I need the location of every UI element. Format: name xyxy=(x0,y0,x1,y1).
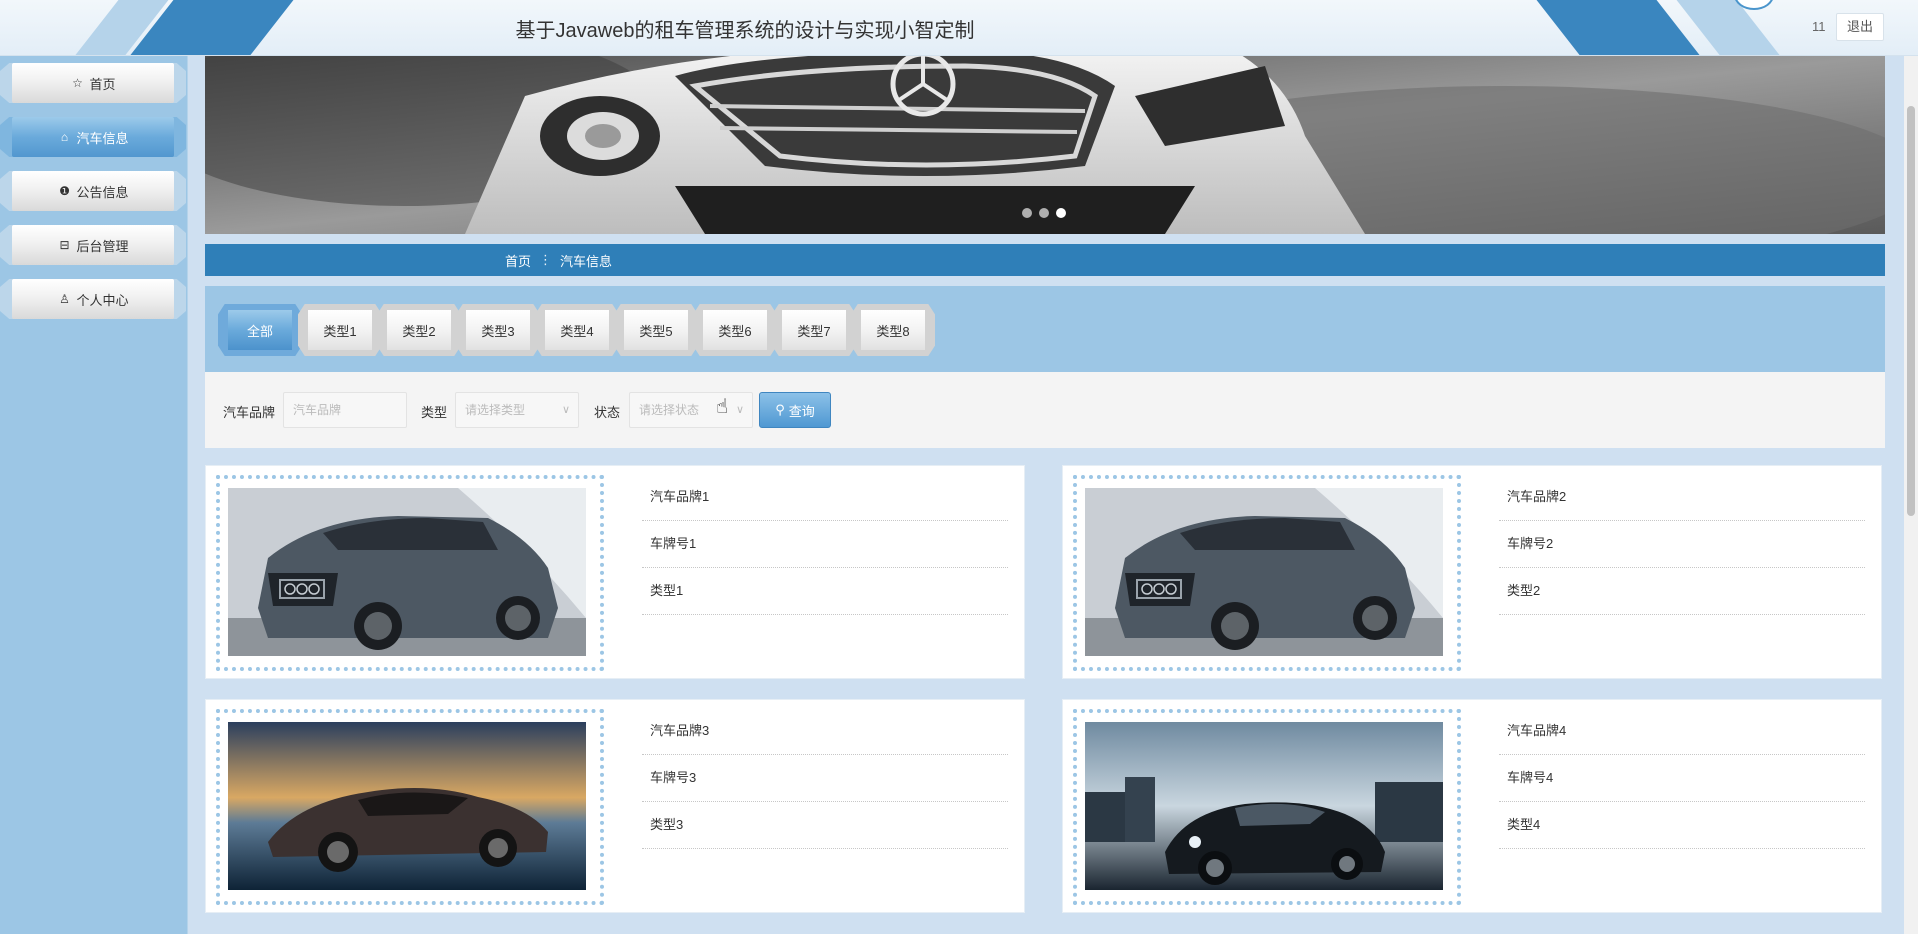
car-image[interactable] xyxy=(228,722,586,890)
car-info: 汽车品牌3 车牌号3 类型3 xyxy=(642,708,1008,849)
type-filter-3[interactable]: 类型3 xyxy=(456,304,540,356)
sidebar-item-car-info[interactable]: ⌂ 汽车信息 xyxy=(0,114,186,160)
star-icon: ☆ xyxy=(72,76,83,90)
type-button-face: 类型5 xyxy=(624,310,688,350)
breadcrumb-current: 汽车信息 xyxy=(560,253,613,269)
type-button-face: 全部 xyxy=(228,310,292,350)
search-button-label: 查询 xyxy=(788,403,815,419)
breadcrumb-home-link[interactable]: 首页 xyxy=(505,251,531,270)
type-button-face: 类型1 xyxy=(308,310,372,350)
current-user: 11 xyxy=(1812,19,1826,34)
car-type: 类型2 xyxy=(1499,568,1865,615)
sidebar-item-admin[interactable]: ⊟ 后台管理 xyxy=(0,222,186,268)
mouse-cursor-icon: ☝ xyxy=(716,396,729,418)
menu-item-face: ⌂ 汽车信息 xyxy=(12,117,174,157)
top-header: 基于Javaweb的租车管理系统的设计与实现小智定制 11 退出 xyxy=(0,0,1918,56)
sidebar-item-label: 后台管理 xyxy=(76,238,129,254)
status-label: 状态 xyxy=(594,405,621,420)
car-card[interactable]: 汽车品牌1 车牌号1 类型1 xyxy=(205,465,1025,679)
type-filter-6[interactable]: 类型6 xyxy=(693,304,777,356)
page-scrollbar[interactable] xyxy=(1904,56,1918,934)
car-plate: 车牌号3 xyxy=(642,755,1008,802)
car-plate: 车牌号2 xyxy=(1499,521,1865,568)
chevron-down-icon: ∨ xyxy=(735,404,744,416)
car-plate: 车牌号1 xyxy=(642,521,1008,568)
bag-icon: ⊟ xyxy=(59,238,70,252)
sidebar-item-home[interactable]: ☆ 首页 xyxy=(0,60,186,106)
car-brand: 汽车品牌4 xyxy=(1499,708,1865,755)
menu-item-face: ❶ 公告信息 xyxy=(12,171,174,211)
car-type: 类型1 xyxy=(642,568,1008,615)
car-image[interactable] xyxy=(1085,488,1443,656)
car-card[interactable]: 汽车品牌3 车牌号3 类型3 xyxy=(205,699,1025,913)
car-type: 类型4 xyxy=(1499,802,1865,849)
chevron-down-icon: ∨ xyxy=(561,404,570,416)
logout-button[interactable]: 退出 xyxy=(1836,13,1884,41)
car-image[interactable] xyxy=(228,488,586,656)
status-select-placeholder: 请选择状态 xyxy=(639,403,700,417)
type-button-face: 类型8 xyxy=(861,310,925,350)
search-button[interactable]: ⚲ 查询 xyxy=(759,392,831,428)
brand-label: 汽车品牌 xyxy=(223,405,276,420)
type-button-face: 类型3 xyxy=(466,310,530,350)
car-info: 汽车品牌1 车牌号1 类型1 xyxy=(642,474,1008,615)
type-filter-4[interactable]: 类型4 xyxy=(535,304,619,356)
scrollbar-thumb[interactable] xyxy=(1907,106,1915,516)
carousel-dot[interactable] xyxy=(1039,208,1049,218)
type-filter-bar: 全部 类型1 类型2 类型3 类型4 类型5 类型6 类型7 类型8 xyxy=(205,286,1885,372)
type-filter-5[interactable]: 类型5 xyxy=(614,304,698,356)
car-brand: 汽车品牌3 xyxy=(642,708,1008,755)
type-filter-8[interactable]: 类型8 xyxy=(851,304,935,356)
type-button-face: 类型6 xyxy=(703,310,767,350)
sidebar-item-label: 公告信息 xyxy=(76,184,129,200)
type-button-face: 类型4 xyxy=(545,310,609,350)
menu-item-face: ♙ 个人中心 xyxy=(12,279,174,319)
sidebar-item-profile[interactable]: ♙ 个人中心 xyxy=(0,276,186,322)
car-brand: 汽车品牌2 xyxy=(1499,474,1865,521)
sidebar: ☆ 首页 ⌂ 汽车信息 ❶ 公告信息 ⊟ 后台管理 ♙ 个人中心 xyxy=(0,56,188,934)
sidebar-item-announcements[interactable]: ❶ 公告信息 xyxy=(0,168,186,214)
car-type: 类型3 xyxy=(642,802,1008,849)
type-filter-1[interactable]: 类型1 xyxy=(298,304,382,356)
breadcrumb: 首页 ⋮ 汽车信息 xyxy=(205,244,1885,276)
search-icon: ⚲ xyxy=(775,402,785,417)
car-card[interactable]: 汽车品牌4 车牌号4 类型4 xyxy=(1062,699,1882,913)
info-circle-icon: ❶ xyxy=(59,184,70,198)
type-select-placeholder: 请选择类型 xyxy=(465,403,526,417)
sidebar-item-label: 首页 xyxy=(89,76,116,92)
type-filter-7[interactable]: 类型7 xyxy=(772,304,856,356)
type-select[interactable]: 请选择类型 ∨ xyxy=(455,392,579,428)
type-button-face: 类型7 xyxy=(782,310,846,350)
user-icon: ♙ xyxy=(59,292,70,306)
brand-search-input[interactable]: 汽车品牌 xyxy=(283,392,407,428)
car-info: 汽车品牌2 车牌号2 类型2 xyxy=(1499,474,1865,615)
carousel-dot[interactable] xyxy=(1022,208,1032,218)
car-info: 汽车品牌4 车牌号4 类型4 xyxy=(1499,708,1865,849)
car-brand: 汽车品牌1 xyxy=(642,474,1008,521)
car-image[interactable] xyxy=(1085,722,1443,890)
menu-item-face: ⊟ 后台管理 xyxy=(12,225,174,265)
menu-item-face: ☆ 首页 xyxy=(12,63,174,103)
type-filter-2[interactable]: 类型2 xyxy=(377,304,461,356)
carousel-indicators xyxy=(1022,208,1066,218)
car-plate: 车牌号4 xyxy=(1499,755,1865,802)
sidebar-item-label: 个人中心 xyxy=(76,292,129,308)
search-bar: 汽车品牌 汽车品牌 类型 请选择类型 ∨ 状态 请选择状态 ∨ ⚲ 查询 xyxy=(205,372,1885,448)
car-card[interactable]: 汽车品牌2 车牌号2 类型2 xyxy=(1062,465,1882,679)
home-icon: ⌂ xyxy=(60,130,69,144)
carousel-dot-active[interactable] xyxy=(1056,208,1066,218)
sidebar-item-label: 汽车信息 xyxy=(76,130,129,146)
type-label: 类型 xyxy=(421,405,448,420)
type-filter-all[interactable]: 全部 xyxy=(218,304,302,356)
breadcrumb-separator: ⋮ xyxy=(539,252,553,267)
status-select[interactable]: 请选择状态 ∨ xyxy=(629,392,753,428)
site-title: 基于Javaweb的租车管理系统的设计与实现小智定制 xyxy=(515,20,975,42)
type-button-face: 类型2 xyxy=(387,310,451,350)
